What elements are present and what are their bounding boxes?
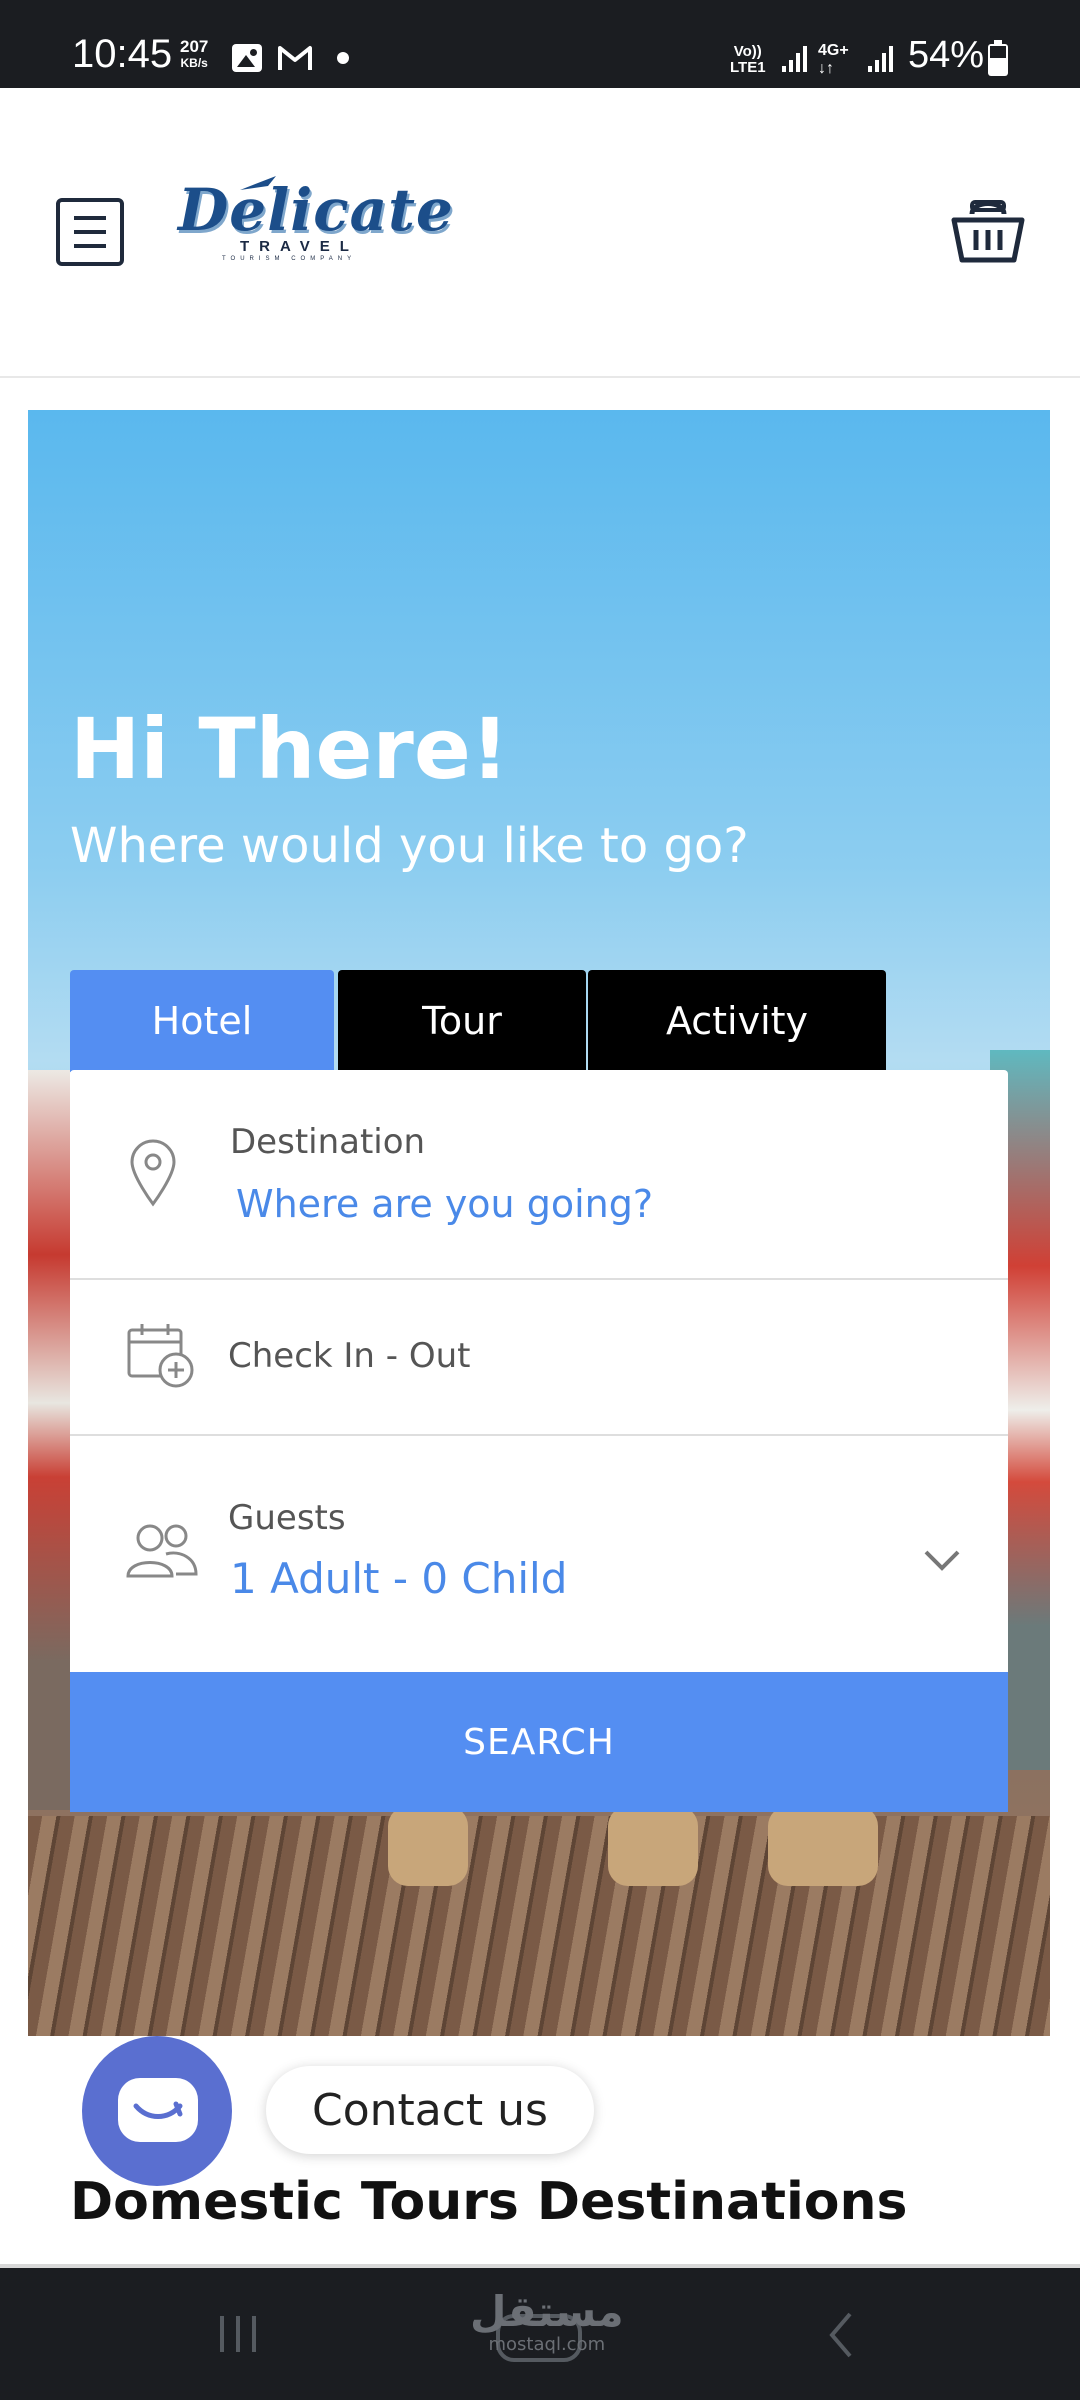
hero-image-people (768, 1806, 878, 1886)
hamburger-line (74, 244, 106, 248)
status-bar: 10:45 207 KB/s Vo)) LTE1 4G+ ↓↑ 54% (0, 0, 1080, 88)
basket-icon[interactable] (948, 188, 1028, 268)
destination-label: Destination (230, 1122, 426, 1162)
watermark-arabic: مستقل (470, 2287, 624, 2336)
network-speed-value: 207 (180, 37, 209, 56)
network-type-label: 4G+ (818, 42, 849, 59)
logo-tagline: TOURISM COMPANY (222, 256, 357, 262)
hero-subtitle: Where would you like to go? (70, 818, 749, 874)
hero-image-deck (28, 1816, 1050, 2036)
volte-top: Vo)) (733, 43, 762, 60)
tab-tour[interactable]: Tour (338, 970, 586, 1072)
hero-banner: Hi There! Where would you like to go? Ho… (28, 410, 1050, 2036)
watermark: مستقل mostaql.com (470, 2287, 624, 2356)
network-speed: 207 KB/s (180, 38, 208, 72)
calendar-add-icon (127, 1324, 194, 1388)
battery-icon (988, 40, 1008, 76)
notification-dot (337, 52, 349, 64)
data-arrows-icon: ↓↑ (818, 60, 834, 77)
hamburger-line (74, 230, 106, 234)
guests-label: Guests (228, 1498, 346, 1538)
volte-bottom: LTE1 (730, 59, 766, 76)
location-pin-icon (130, 1139, 176, 1207)
guests-field[interactable]: Guests 1 Adult - 0 Child (70, 1436, 1008, 1672)
signal-icon-2 (868, 46, 893, 72)
tab-activity[interactable]: Activity (588, 970, 886, 1072)
guests-value[interactable]: 1 Adult - 0 Child (230, 1554, 567, 1603)
chevron-down-icon[interactable] (922, 1548, 962, 1572)
search-form: Destination Where are you going? Check I… (70, 1070, 1008, 1812)
network-type: 4G+ ↓↑ (818, 42, 849, 78)
tab-hotel[interactable]: Hotel (70, 970, 334, 1072)
hero-image-people (388, 1806, 468, 1886)
destination-field[interactable]: Destination Where are you going? (70, 1070, 1008, 1280)
network-speed-unit: KB/s (180, 56, 208, 70)
photo-icon (232, 44, 262, 72)
back-icon[interactable] (826, 2310, 856, 2360)
check-in-out-field[interactable]: Check In - Out (70, 1280, 1008, 1436)
hamburger-icon (74, 216, 106, 220)
status-time: 10:45 (72, 32, 173, 76)
watermark-latin: mostaql.com (488, 2334, 606, 2355)
hero-title: Hi There! (70, 700, 510, 798)
hamburger-menu-button[interactable] (56, 198, 124, 266)
volte-indicator: Vo)) LTE1 (730, 44, 766, 76)
system-navigation-bar: مستقل mostaql.com (0, 2264, 1080, 2400)
recent-apps-icon[interactable] (216, 2312, 260, 2356)
signal-icon (782, 46, 807, 72)
contact-us-label[interactable]: Contact us (266, 2066, 594, 2154)
gmail-icon (278, 46, 312, 70)
battery-percent: 54% (908, 34, 985, 76)
search-button[interactable]: SEARCH (70, 1672, 1008, 1812)
guests-icon (126, 1524, 198, 1578)
site-logo[interactable]: Delicate TRAVEL TOURISM COMPANY (178, 176, 454, 262)
chat-icon (118, 2078, 198, 2142)
logo-sub: TRAVEL (240, 238, 359, 255)
check-in-out-label: Check In - Out (228, 1336, 471, 1376)
contact-chat-button[interactable] (82, 2036, 232, 2186)
hero-image-people (608, 1806, 698, 1886)
site-header: Delicate TRAVEL TOURISM COMPANY (0, 88, 1080, 378)
plane-icon (240, 176, 276, 190)
destination-input[interactable]: Where are you going? (236, 1182, 653, 1226)
logo-name: Delicate (178, 176, 454, 244)
section-title: Domestic Tours Destinations (70, 2172, 908, 2232)
